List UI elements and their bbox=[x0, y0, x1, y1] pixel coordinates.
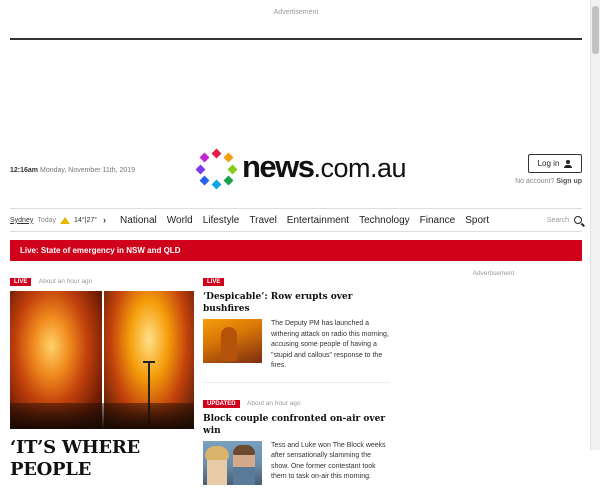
story-thumbnail[interactable] bbox=[203, 319, 262, 363]
search-label: Search bbox=[546, 216, 569, 224]
list-item[interactable]: LIVE ‘Despicable’: Row erupts over bushf… bbox=[203, 270, 390, 372]
logo-dots-icon bbox=[196, 148, 238, 190]
weather-widget[interactable]: Sydney Today 14°|27° › bbox=[10, 215, 106, 225]
top-divider bbox=[10, 38, 582, 40]
main-navigation: Sydney Today 14°|27° › National World Li… bbox=[10, 208, 582, 232]
person-right bbox=[233, 444, 255, 485]
nav-item-world[interactable]: World bbox=[167, 215, 193, 226]
site-logo[interactable]: news.com.au bbox=[196, 148, 407, 190]
story-thumbnail[interactable] bbox=[203, 440, 262, 485]
story-divider bbox=[203, 381, 390, 383]
current-date: Monday, November 11th, 2019 bbox=[39, 167, 136, 174]
logo-brand: news bbox=[242, 149, 315, 184]
story-timestamp: About an hour ago bbox=[247, 399, 301, 407]
person-left bbox=[205, 445, 229, 485]
top-ad-label: Advertisement bbox=[273, 9, 319, 16]
tree-silhouette bbox=[10, 403, 194, 429]
weather-day: Today bbox=[37, 216, 57, 224]
updated-badge: UPDATED bbox=[203, 399, 240, 408]
nav-item-entertainment[interactable]: Entertainment bbox=[287, 215, 349, 226]
story-list: LIVE ‘Despicable’: Row erupts over bushf… bbox=[203, 270, 390, 495]
current-time: 12:16am bbox=[10, 167, 39, 174]
list-item[interactable]: UPDATED About an hour ago Block couple c… bbox=[203, 392, 390, 485]
story-timestamp: About an hour ago bbox=[38, 278, 93, 285]
signup-prompt: No account? Sign up bbox=[504, 178, 582, 185]
story-body: Tess and Luke won The Block weeks after … bbox=[203, 440, 390, 485]
page-scrollbar[interactable] bbox=[590, 0, 600, 450]
search-button[interactable]: Search bbox=[547, 216, 582, 224]
hero-meta: LIVE About an hour ago bbox=[10, 270, 194, 288]
side-ad-label: Advertisement bbox=[472, 270, 515, 277]
logo-domain: .com.au bbox=[313, 153, 407, 183]
nav-item-finance[interactable]: Finance bbox=[420, 215, 456, 226]
search-icon bbox=[574, 216, 582, 224]
sun-icon bbox=[60, 216, 71, 224]
live-banner[interactable]: Live: State of emergency in NSW and QLD bbox=[10, 240, 582, 261]
nav-item-travel[interactable]: Travel bbox=[249, 215, 276, 226]
user-icon bbox=[564, 159, 573, 168]
login-button[interactable]: Log in bbox=[528, 154, 582, 173]
nav-item-sport[interactable]: Sport bbox=[465, 215, 489, 226]
chevron-right-icon[interactable]: › bbox=[103, 215, 106, 225]
hero-headline[interactable]: ‘IT’S WHERE PEOPLE bbox=[10, 437, 194, 481]
current-datetime: 12:16am Monday, November 11th, 2019 bbox=[10, 167, 135, 174]
signup-link[interactable]: Sign up bbox=[556, 178, 582, 185]
story-body: The Deputy PM has launched a withering a… bbox=[203, 319, 390, 372]
login-label: Log in bbox=[537, 159, 560, 168]
hero-story[interactable]: LIVE About an hour ago ‘IT’S WHERE PEOPL… bbox=[10, 270, 194, 481]
nav-item-national[interactable]: National bbox=[120, 215, 157, 226]
live-badge: LIVE bbox=[10, 278, 32, 286]
story-title[interactable]: ‘Despicable’: Row erupts over bushfires bbox=[203, 291, 390, 315]
live-badge: LIVE bbox=[203, 278, 225, 286]
weather-temps: 14°|27° bbox=[74, 216, 98, 224]
story-summary: Tess and Luke won The Block weeks after … bbox=[271, 441, 386, 481]
side-ad: Advertisement bbox=[405, 270, 582, 277]
logo-wordmark: news.com.au bbox=[242, 149, 407, 186]
weather-city[interactable]: Sydney bbox=[10, 217, 33, 224]
story-title[interactable]: Block couple confronted on-air over win bbox=[203, 413, 390, 437]
hero-image[interactable] bbox=[10, 291, 194, 429]
nav-item-lifestyle[interactable]: Lifestyle bbox=[203, 215, 240, 226]
story-summary: The Deputy PM has launched a withering a… bbox=[271, 320, 389, 369]
nav-links: National World Lifestyle Travel Entertai… bbox=[120, 215, 489, 226]
no-account-text: No account? bbox=[515, 178, 555, 185]
nav-item-technology[interactable]: Technology bbox=[359, 215, 410, 226]
scrollbar-thumb[interactable] bbox=[592, 6, 599, 54]
